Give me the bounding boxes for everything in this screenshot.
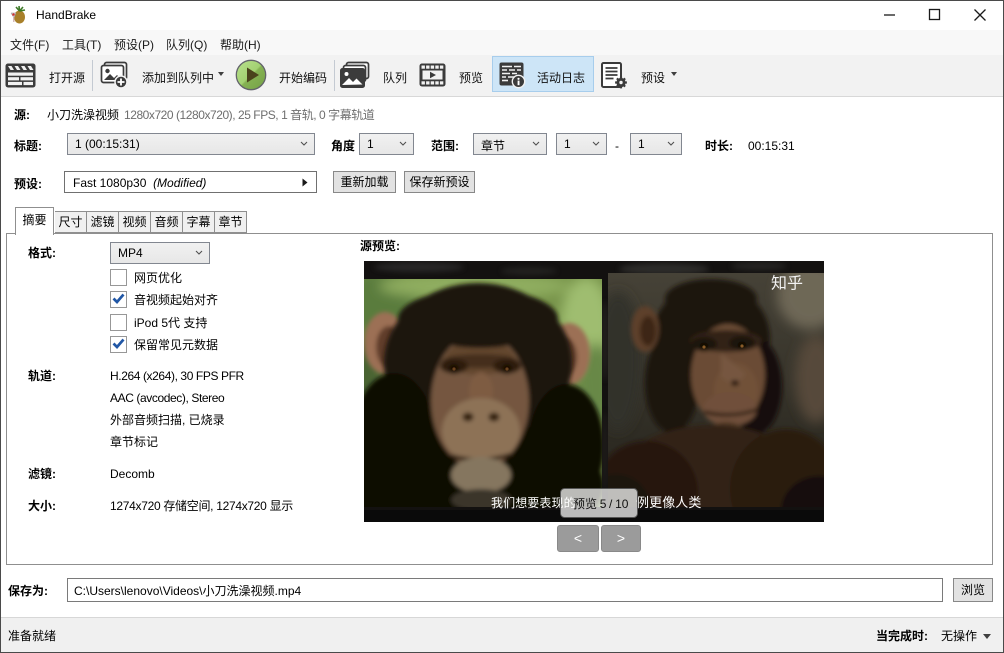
svg-text:知乎: 知乎 <box>771 270 803 294</box>
svg-text:例更像人类: 例更像人类 <box>636 492 702 511</box>
svg-text:预览 5 / 10: 预览 5 / 10 <box>573 495 629 512</box>
